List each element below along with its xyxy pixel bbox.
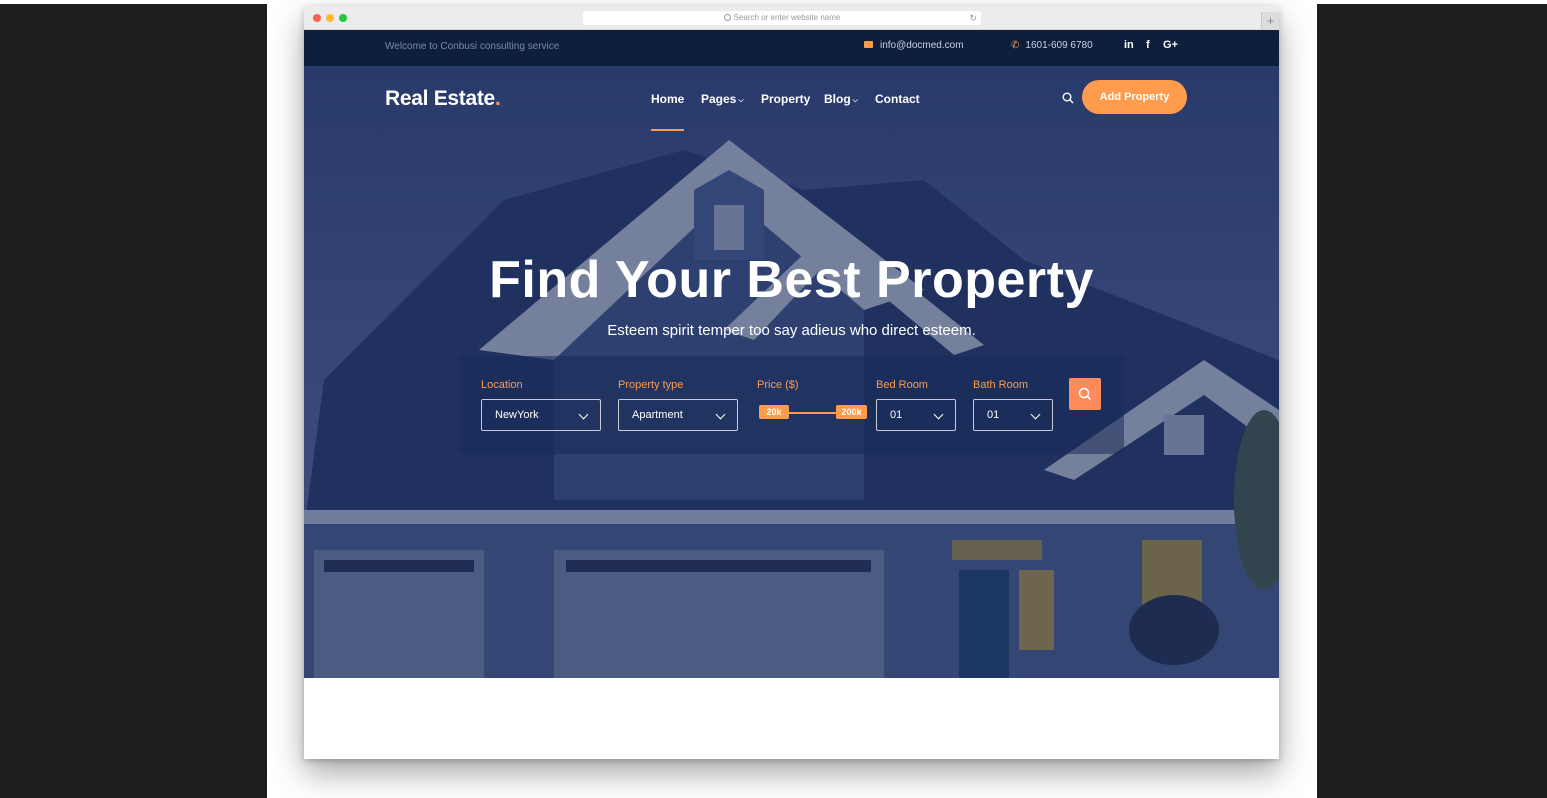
hero-subtitle: Esteem spirit temper too say adieus who …: [607, 322, 976, 339]
search-icon: [723, 14, 731, 21]
welcome-text: Welcome to Conbusi consulting service: [385, 41, 560, 52]
linkedin-icon[interactable]: in: [1124, 39, 1134, 51]
search-icon: [1078, 387, 1092, 401]
phone-icon: ✆: [1011, 40, 1020, 51]
phone-contact[interactable]: ✆ 1601-609 6780: [1011, 40, 1093, 51]
active-nav-indicator: [651, 129, 684, 131]
new-tab-button[interactable]: +: [1261, 12, 1279, 30]
browser-window: Search or enter website name ↻ + Welcome…: [304, 6, 1279, 759]
price-label: Price ($): [757, 379, 799, 391]
address-bar[interactable]: Search or enter website name ↻: [583, 11, 981, 25]
facebook-icon[interactable]: f: [1146, 39, 1150, 51]
site-logo[interactable]: Real Estate.: [385, 87, 501, 111]
search-icon[interactable]: [1062, 92, 1074, 104]
page-content-area: [304, 678, 1279, 759]
price-max-handle[interactable]: 200k: [836, 405, 867, 419]
phone-text: 1601-609 6780: [1025, 40, 1093, 51]
bed-room-select[interactable]: 01: [876, 399, 956, 431]
logo-dot: .: [494, 87, 501, 110]
nav-home[interactable]: Home: [651, 92, 684, 106]
bath-room-select[interactable]: 01: [973, 399, 1053, 431]
bed-room-value: 01: [890, 409, 903, 421]
bath-room-value: 01: [987, 409, 1000, 421]
browser-titlebar: Search or enter website name ↻ +: [304, 6, 1279, 30]
property-type-select[interactable]: Apartment: [618, 399, 738, 431]
email-text: info@docmed.com: [880, 40, 964, 51]
price-range-track: [784, 412, 837, 414]
add-property-button[interactable]: Add Property: [1082, 80, 1187, 114]
property-type-label: Property type: [618, 379, 684, 391]
chevron-down-icon: ⌵: [738, 97, 744, 104]
chevron-down-icon: [1030, 409, 1041, 420]
chevron-down-icon: [715, 409, 726, 420]
nav-blog[interactable]: Blog ⌵: [824, 92, 858, 106]
search-submit-button[interactable]: [1069, 378, 1101, 410]
mail-icon: [864, 41, 873, 48]
hero-overlay: [304, 30, 1279, 678]
close-window-button[interactable]: [313, 14, 321, 22]
nav-property[interactable]: Property: [761, 92, 810, 106]
location-label: Location: [481, 379, 523, 391]
chevron-down-icon: [578, 409, 589, 420]
chevron-down-icon: ⌵: [852, 97, 858, 104]
right-dark-panel: [1317, 4, 1547, 798]
location-value: NewYork: [495, 409, 539, 421]
bed-room-label: Bed Room: [876, 379, 928, 391]
hero-title: Find Your Best Property: [489, 251, 1094, 309]
property-search-form: Location NewYork Property type Apartment…: [459, 356, 1124, 454]
left-dark-panel: [0, 4, 267, 798]
maximize-window-button[interactable]: [339, 14, 347, 22]
property-type-value: Apartment: [632, 409, 683, 421]
price-min-handle[interactable]: 20k: [759, 405, 789, 419]
nav-blog-label: Blog: [824, 92, 851, 106]
chevron-down-icon: [933, 409, 944, 420]
minimize-window-button[interactable]: [326, 14, 334, 22]
email-contact[interactable]: info@docmed.com: [864, 40, 964, 51]
reload-icon[interactable]: ↻: [969, 11, 977, 25]
nav-contact[interactable]: Contact: [875, 92, 920, 106]
logo-text: Real Estate: [385, 87, 495, 110]
presentation-stage: Search or enter website name ↻ + Welcome…: [267, 4, 1317, 798]
google-plus-icon[interactable]: G+: [1163, 39, 1178, 51]
bath-room-label: Bath Room: [973, 379, 1029, 391]
nav-pages[interactable]: Pages ⌵: [701, 92, 744, 106]
hero-section: Welcome to Conbusi consulting service in…: [304, 30, 1279, 678]
address-placeholder: Search or enter website name: [733, 13, 841, 22]
nav-pages-label: Pages: [701, 92, 737, 106]
top-info-bar: Welcome to Conbusi consulting service in…: [304, 30, 1279, 66]
location-select[interactable]: NewYork: [481, 399, 601, 431]
